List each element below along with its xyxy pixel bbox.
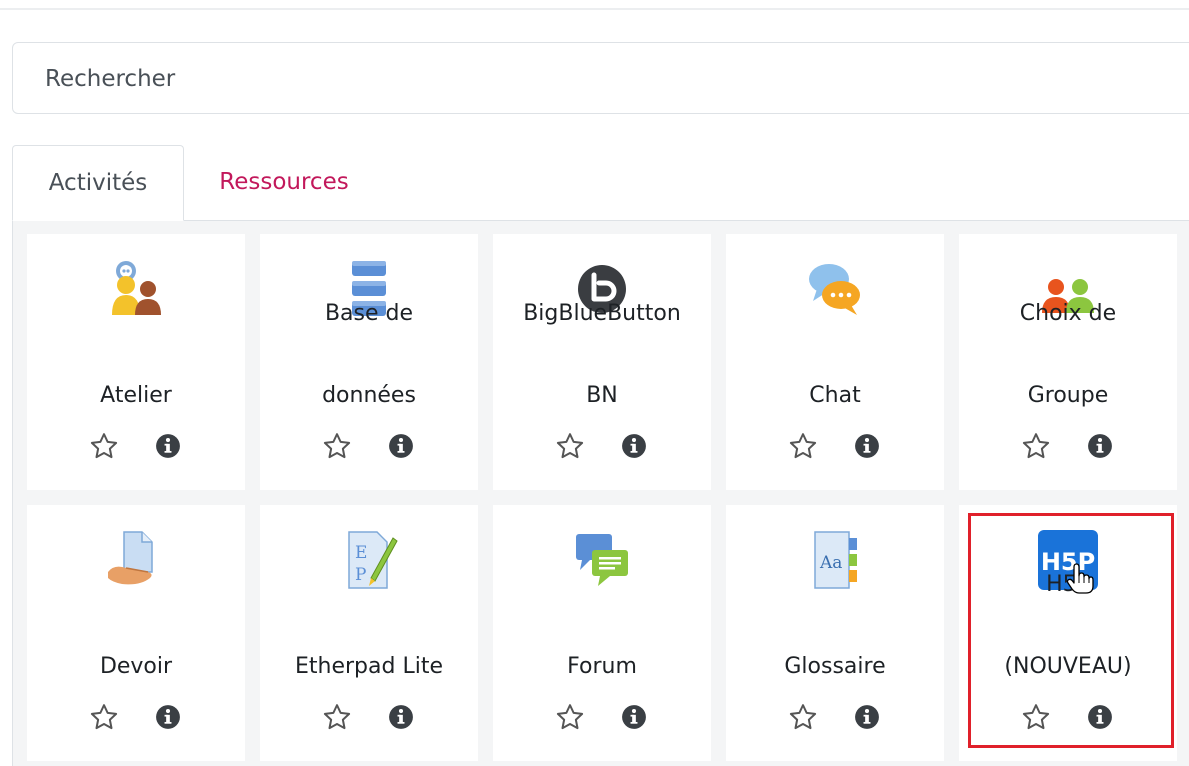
activity-actions bbox=[959, 700, 1177, 736]
info-icon[interactable] bbox=[621, 704, 647, 730]
activity-actions bbox=[493, 700, 711, 736]
etherpad-icon: E P bbox=[260, 525, 478, 595]
info-icon[interactable] bbox=[155, 433, 181, 459]
forum-icon bbox=[493, 525, 711, 595]
activity-card-glossaire[interactable]: Aa Glossaire bbox=[726, 505, 944, 761]
activity-actions bbox=[493, 429, 711, 465]
activity-name: Chat bbox=[809, 383, 861, 408]
activity-card-etherpad-lite[interactable]: E P Etherpad Lite bbox=[260, 505, 478, 761]
activity-card-base-de-donnees[interactable]: Base de données bbox=[260, 234, 478, 490]
svg-text:Aa: Aa bbox=[819, 553, 842, 573]
activity-actions bbox=[27, 429, 245, 465]
activity-actions bbox=[726, 700, 944, 736]
star-icon[interactable] bbox=[788, 431, 818, 461]
activity-card-h5p[interactable]: H5P H5P (NOUVEAU) bbox=[959, 505, 1177, 761]
star-icon[interactable] bbox=[322, 702, 352, 732]
glossary-icon: Aa bbox=[726, 525, 944, 595]
chat-icon bbox=[726, 254, 944, 324]
svg-text:P: P bbox=[355, 565, 366, 585]
activity-name: Choix de Groupe bbox=[1019, 301, 1117, 408]
activity-name: H5P (NOUVEAU) bbox=[1004, 572, 1132, 679]
star-icon[interactable] bbox=[555, 702, 585, 732]
info-icon[interactable] bbox=[388, 433, 414, 459]
star-icon[interactable] bbox=[788, 702, 818, 732]
activity-actions bbox=[260, 429, 478, 465]
info-icon[interactable] bbox=[1087, 704, 1113, 730]
activity-card-forum[interactable]: Forum bbox=[493, 505, 711, 761]
info-icon[interactable] bbox=[1087, 433, 1113, 459]
top-divider bbox=[0, 8, 1189, 10]
star-icon[interactable] bbox=[555, 431, 585, 461]
info-icon[interactable] bbox=[854, 704, 880, 730]
tab-bar: Activités Ressources bbox=[12, 145, 1189, 221]
activity-actions bbox=[959, 429, 1177, 465]
star-icon[interactable] bbox=[322, 431, 352, 461]
svg-text:E: E bbox=[355, 543, 367, 563]
activity-card-atelier[interactable]: Atelier bbox=[27, 234, 245, 490]
info-icon[interactable] bbox=[621, 433, 647, 459]
activity-card-bigbluebutton[interactable]: BigBlueButton BN bbox=[493, 234, 711, 490]
activity-actions bbox=[27, 700, 245, 736]
activity-name: Atelier bbox=[100, 383, 172, 408]
tab-ressources[interactable]: Ressources bbox=[184, 145, 384, 221]
activity-card-choix-de-groupe[interactable]: Choix de Groupe bbox=[959, 234, 1177, 490]
activity-card-devoir[interactable]: Devoir bbox=[27, 505, 245, 761]
search-box bbox=[12, 42, 1189, 115]
activity-actions bbox=[260, 700, 478, 736]
activity-name: Devoir bbox=[99, 654, 173, 679]
activity-actions bbox=[726, 429, 944, 465]
activity-name: Base de données bbox=[322, 301, 416, 408]
star-icon[interactable] bbox=[1021, 431, 1051, 461]
activity-name: Forum bbox=[567, 654, 637, 679]
hand-cursor-icon bbox=[1066, 563, 1094, 594]
workshop-icon bbox=[27, 254, 245, 324]
activity-name: Etherpad Lite bbox=[295, 654, 443, 679]
info-icon[interactable] bbox=[155, 704, 181, 730]
activity-name: Glossaire bbox=[784, 654, 886, 679]
search-input[interactable] bbox=[43, 43, 1147, 115]
star-icon[interactable] bbox=[89, 702, 119, 732]
star-icon[interactable] bbox=[89, 431, 119, 461]
info-icon[interactable] bbox=[388, 704, 414, 730]
star-icon[interactable] bbox=[1021, 702, 1051, 732]
assignment-icon bbox=[27, 525, 245, 595]
tab-activites[interactable]: Activités bbox=[12, 145, 184, 221]
info-icon[interactable] bbox=[854, 433, 880, 459]
activity-name: BigBlueButton BN bbox=[523, 301, 681, 408]
activity-card-chat[interactable]: Chat bbox=[726, 234, 944, 490]
